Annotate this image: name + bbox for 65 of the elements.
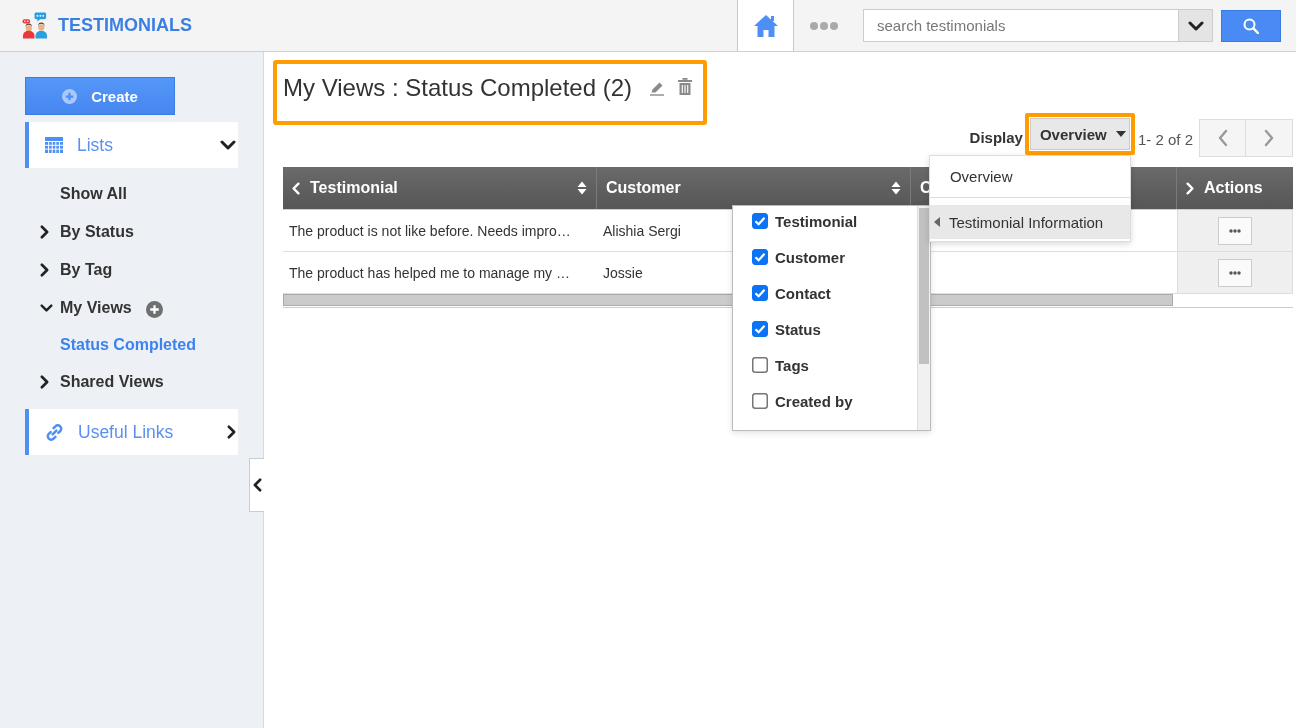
more-button[interactable] — [1218, 216, 1252, 245]
caret-left-icon — [933, 217, 940, 227]
chevron-right-icon[interactable] — [227, 425, 236, 439]
column-header[interactable]: Actions — [1204, 179, 1263, 197]
chevron-right-icon — [1264, 129, 1274, 147]
table-cell: Alishia Sergi — [603, 222, 681, 239]
tree-item[interactable]: Shared Views — [60, 373, 164, 391]
page-range: 1- 2 of 2 — [1137, 130, 1193, 148]
collapse-handle[interactable] — [249, 458, 264, 512]
trash-icon[interactable] — [678, 78, 693, 95]
search-button[interactable] — [1221, 9, 1281, 42]
chevron-left-icon — [252, 478, 262, 492]
pencil-icon[interactable] — [649, 80, 666, 96]
search-field[interactable]: search testimonials — [863, 9, 1178, 42]
more-button[interactable] — [1218, 258, 1252, 287]
chevron-left-icon[interactable] — [292, 181, 300, 195]
add-icon[interactable] — [145, 301, 163, 318]
chevron-right-icon[interactable] — [40, 375, 49, 389]
checkbox-label[interactable]: Customer — [775, 248, 845, 266]
checkbox[interactable] — [752, 249, 768, 265]
tree-item[interactable]: By Tag — [60, 261, 113, 279]
vertical-scrollbar[interactable] — [917, 206, 930, 430]
checkbox[interactable] — [752, 213, 768, 229]
checkbox[interactable] — [752, 357, 768, 373]
display-dropdown[interactable]: Overview — [1029, 118, 1130, 150]
ellipsis-icon — [1229, 270, 1241, 275]
tree-item[interactable]: By Status — [60, 223, 134, 241]
column-header[interactable]: Customer — [606, 179, 681, 197]
caret-down-icon — [1115, 131, 1126, 137]
table-cell: The product is not like before. Needs impro… — [289, 222, 571, 239]
checkbox-label[interactable]: Testimonial — [775, 212, 858, 230]
chevron-right-icon[interactable] — [40, 225, 49, 239]
chevron-right-icon[interactable] — [40, 263, 49, 277]
checkbox-label[interactable]: Contact — [775, 284, 831, 302]
checkbox[interactable] — [752, 285, 768, 301]
sort-icon[interactable] — [577, 180, 587, 196]
column-header[interactable]: Testimonial — [310, 179, 398, 197]
display-label: Display — [969, 128, 1023, 146]
chevron-down-icon — [1187, 20, 1204, 31]
app-title: TESTIMONIALS — [58, 15, 192, 36]
home-tab[interactable] — [737, 0, 794, 51]
plus-circle-icon — [62, 88, 78, 104]
ellipsis-icon — [1229, 228, 1241, 233]
menu-item[interactable]: Testimonial Information — [929, 205, 1130, 239]
table-cell: Jossie — [603, 264, 643, 281]
checkbox-label[interactable]: Status — [775, 320, 821, 338]
chevron-left-icon — [1217, 129, 1228, 147]
view-title: My Views : Status Completed (2) — [283, 74, 633, 102]
home-icon — [752, 13, 779, 38]
scrollbar-thumb[interactable] — [919, 208, 929, 364]
checkbox-label[interactable]: Tags — [775, 356, 809, 374]
people-chat-icon — [22, 12, 49, 39]
search-options-button[interactable] — [1178, 9, 1213, 42]
link-icon — [45, 422, 64, 442]
search-icon — [1243, 17, 1259, 34]
checkbox[interactable] — [752, 321, 768, 337]
calendar-icon — [45, 137, 63, 153]
chevron-down-icon[interactable] — [40, 304, 53, 312]
tree-item[interactable]: My Views — [60, 299, 132, 317]
tree-item[interactable]: Show All — [60, 185, 127, 203]
checkbox-label[interactable]: Created by — [775, 392, 853, 410]
table-cell: The product has helped me to manage my … — [289, 264, 570, 281]
checkbox[interactable] — [752, 393, 768, 409]
chevron-down-icon[interactable] — [220, 140, 236, 150]
sort-icon[interactable] — [891, 180, 901, 196]
